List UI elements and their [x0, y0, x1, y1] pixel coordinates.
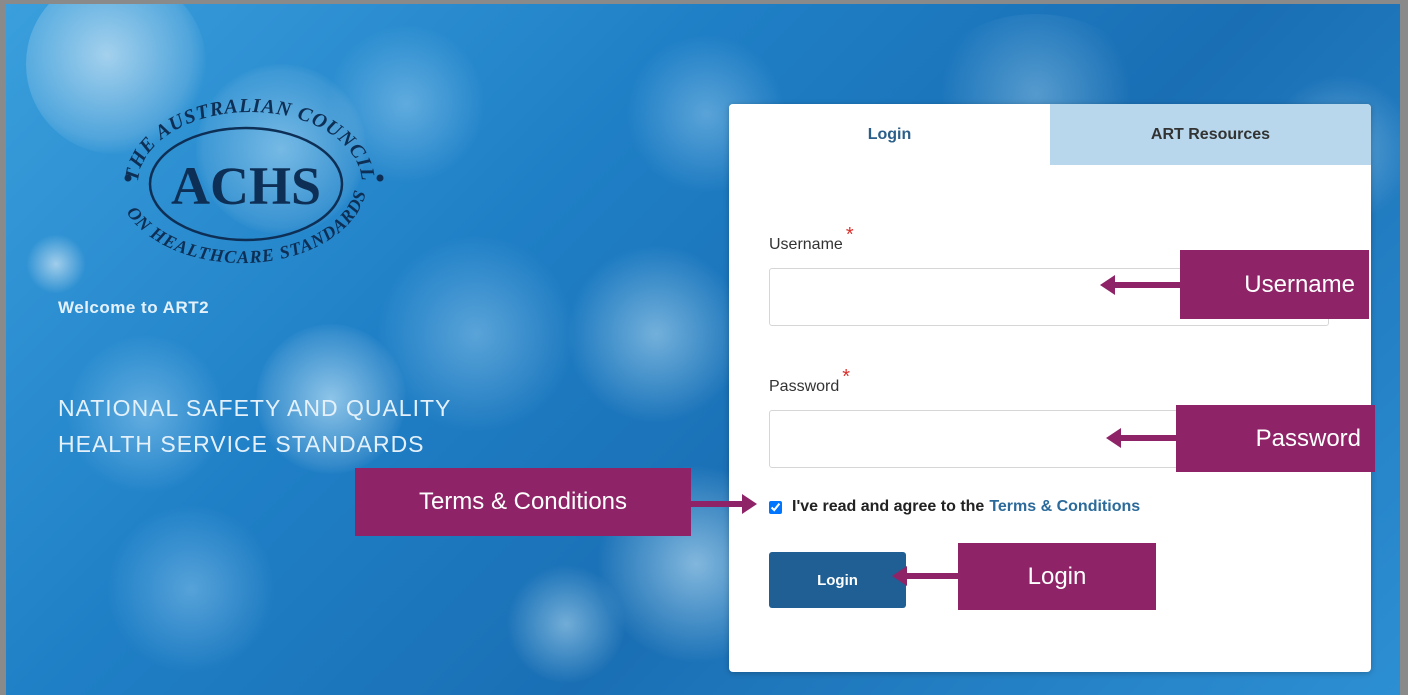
- callout-arrow-username: [1100, 275, 1180, 295]
- login-tabs: Login ART Resources: [729, 104, 1371, 165]
- password-label-text: Password: [769, 378, 840, 395]
- tab-login[interactable]: Login: [729, 104, 1050, 165]
- callout-login: Login: [958, 543, 1156, 610]
- logo-acronym: ACHS: [171, 156, 321, 216]
- terms-checkbox[interactable]: [769, 500, 782, 514]
- callout-terms: Terms & Conditions: [355, 468, 691, 536]
- standards-heading: NATIONAL SAFETY AND QUALITY HEALTH SERVI…: [58, 390, 451, 462]
- bokeh-light: [106, 504, 276, 674]
- standards-line-1: NATIONAL SAFETY AND QUALITY: [58, 395, 452, 421]
- username-label: Username *: [769, 224, 854, 255]
- required-marker: *: [842, 366, 851, 388]
- callout-arrow-password: [1106, 428, 1176, 448]
- bokeh-light: [566, 244, 746, 424]
- tab-art-resources[interactable]: ART Resources: [1050, 104, 1371, 165]
- required-marker: *: [845, 224, 854, 246]
- terms-agreement: I've read and agree to the Terms & Condi…: [769, 498, 1140, 516]
- login-button[interactable]: Login: [769, 552, 906, 608]
- terms-text: I've read and agree to the: [792, 498, 985, 515]
- bokeh-light: [26, 234, 86, 294]
- achs-logo: THE AUSTRALIAN COUNCIL ON HEALTHCARE STA…: [121, 95, 384, 267]
- callout-arrow-terms: [691, 494, 757, 514]
- password-label: Password *: [769, 366, 850, 397]
- callout-arrow-login: [892, 566, 958, 586]
- terms-link[interactable]: Terms & Conditions: [989, 498, 1140, 516]
- username-label-text: Username: [769, 236, 843, 253]
- callout-username: Username: [1180, 250, 1369, 319]
- callout-password: Password: [1176, 405, 1375, 472]
- standards-line-2: HEALTH SERVICE STANDARDS: [58, 431, 425, 457]
- welcome-text: Welcome to ART2: [58, 298, 210, 317]
- bokeh-light: [506, 564, 626, 684]
- page-background: THE AUSTRALIAN COUNCIL ON HEALTHCARE STA…: [6, 4, 1400, 695]
